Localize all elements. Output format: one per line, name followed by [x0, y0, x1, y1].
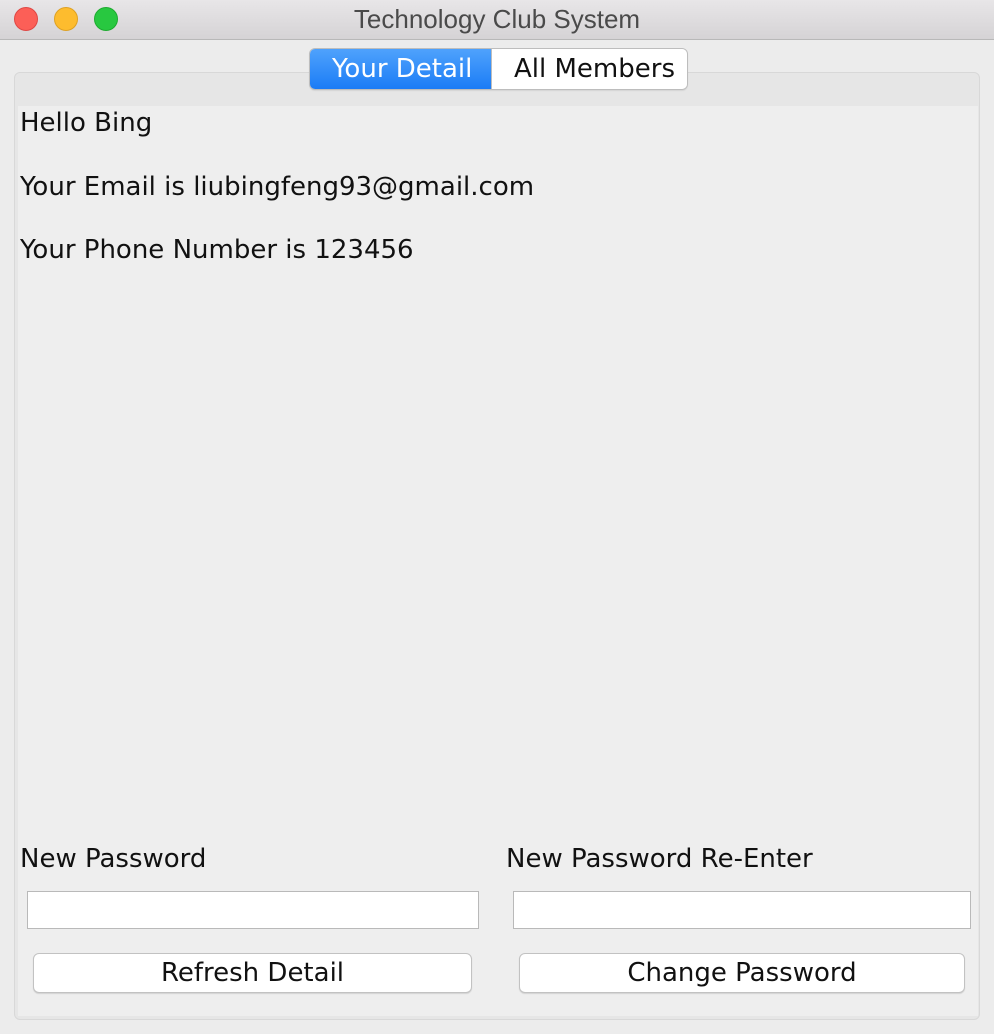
- reenter-password-label: New Password Re-Enter: [506, 844, 813, 874]
- new-password-input[interactable]: [28, 892, 478, 928]
- title-bar[interactable]: Technology Club System: [0, 0, 994, 40]
- window-title: Technology Club System: [353, 4, 641, 34]
- tab-bar: Your Detail All Members: [309, 48, 688, 90]
- email-text: Your Email is liubingfeng93@gmail.com: [20, 172, 535, 202]
- change-password-button[interactable]: Change Password: [519, 953, 965, 993]
- new-password-label: New Password: [20, 844, 207, 874]
- greeting-text: Hello Bing: [20, 108, 153, 138]
- phone-text: Your Phone Number is 123456: [20, 235, 414, 265]
- tab-all-members[interactable]: All Members: [491, 49, 687, 89]
- reenter-password-input[interactable]: [514, 892, 970, 928]
- tab-your-detail[interactable]: Your Detail: [310, 49, 491, 89]
- new-password-field[interactable]: [27, 891, 479, 929]
- detail-panel: Hello Bing Your Email is liubingfeng93@g…: [18, 106, 978, 1016]
- refresh-detail-button[interactable]: Refresh Detail: [33, 953, 472, 993]
- app-window: Technology Club System Your Detail All M…: [0, 0, 994, 1034]
- reenter-password-field[interactable]: [513, 891, 971, 929]
